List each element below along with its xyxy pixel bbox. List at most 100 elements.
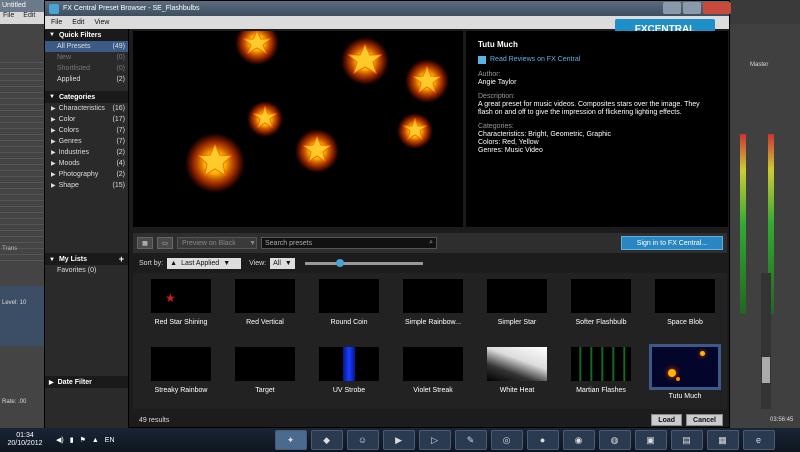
my-lists-header[interactable]: ▼ My Lists +: [45, 253, 128, 265]
preset-thumbnail[interactable]: [487, 347, 547, 381]
preset-tile[interactable]: Space Blob: [643, 273, 727, 341]
preset-thumbnail[interactable]: ★: [151, 279, 211, 313]
grid-scrollbar[interactable]: [761, 273, 771, 409]
preset-tile[interactable]: Simpler Star: [475, 273, 559, 341]
load-button[interactable]: Load: [651, 414, 683, 426]
app-task-icon[interactable]: ◆: [310, 430, 343, 450]
video-task-icon[interactable]: ▣: [634, 430, 667, 450]
preset-tile[interactable]: Softer Flashbulb: [559, 273, 643, 341]
bg-menu-file[interactable]: File: [0, 12, 14, 19]
bg-menu-edit[interactable]: Edit: [20, 12, 35, 19]
play-task-icon[interactable]: ▷: [418, 430, 451, 450]
filter-applied[interactable]: Applied (2): [45, 74, 128, 85]
level-meter-left: [740, 134, 746, 314]
flag-icon[interactable]: ⚑: [80, 436, 86, 444]
users-task-icon[interactable]: ☺: [346, 430, 379, 450]
language-indicator[interactable]: EN: [105, 437, 115, 444]
internet-explorer-task-icon[interactable]: e: [742, 430, 775, 450]
preset-tile[interactable]: White Heat: [475, 341, 559, 409]
category-genres[interactable]: ▶ Genres (7): [45, 136, 128, 147]
menu-edit[interactable]: Edit: [72, 19, 84, 26]
preset-tile[interactable]: Red Vertical: [223, 273, 307, 341]
category-shape[interactable]: ▶ Shape (15): [45, 180, 128, 191]
scrollbar-thumb[interactable]: [762, 357, 770, 383]
target-task-icon[interactable]: ◎: [490, 430, 523, 450]
maximize-button[interactable]: [683, 2, 701, 14]
list-view-icon[interactable]: ▭: [157, 237, 173, 249]
category-colors[interactable]: ▶ Colors (7): [45, 125, 128, 136]
filter-new[interactable]: New (0): [45, 52, 128, 63]
preset-tile[interactable]: UV Strobe: [307, 341, 391, 409]
app-red-task-icon[interactable]: ●: [526, 430, 559, 450]
category-moods[interactable]: ▶ Moods (4): [45, 158, 128, 169]
sign-in-button[interactable]: Sign in to FX Central...: [621, 236, 723, 250]
media-player-task-icon[interactable]: ▶: [382, 430, 415, 450]
minimize-button[interactable]: [663, 2, 681, 14]
menu-file[interactable]: File: [51, 19, 62, 26]
category-industries[interactable]: ▶ Industries (2): [45, 147, 128, 158]
category-characteristics[interactable]: ▶ Characteristics (16): [45, 103, 128, 114]
add-list-icon[interactable]: +: [119, 254, 124, 264]
category-color[interactable]: ▶ Color (17): [45, 114, 128, 125]
preset-thumbnail[interactable]: [571, 279, 631, 313]
preset-tile[interactable]: Streaky Rainbow: [139, 341, 223, 409]
fx-browser-window: FX Central Preset Browser - SE_Flashbulb…: [44, 0, 771, 429]
thumbnail-size-slider[interactable]: [304, 258, 423, 267]
preset-thumbnail[interactable]: [571, 347, 631, 381]
preset-details: Tutu Much Read Reviews on FX Central Aut…: [466, 31, 728, 227]
preset-thumbnail[interactable]: [403, 279, 463, 313]
preset-thumbnail[interactable]: [151, 347, 211, 381]
read-reviews-link[interactable]: Read Reviews on FX Central: [478, 56, 716, 64]
filter-shortlisted[interactable]: Shortlisted (0): [45, 63, 128, 74]
preset-thumbnail[interactable]: [403, 347, 463, 381]
preset-thumbnail[interactable]: [235, 347, 295, 381]
preset-thumbnail[interactable]: [235, 279, 295, 313]
chrome-task-icon[interactable]: ◍: [598, 430, 631, 450]
sort-select[interactable]: ▲ Last Applied ▼: [167, 257, 242, 269]
category-photography[interactable]: ▶ Photography (2): [45, 169, 128, 180]
grid-view-icon[interactable]: ▦: [137, 237, 153, 249]
preview-background-select[interactable]: Preview on Black ▼: [177, 237, 257, 249]
reviews-link-text: Read Reviews on FX Central: [490, 56, 581, 63]
preset-grid: ★ Red Star Shining Red Vertical Round Coin S…: [133, 273, 727, 409]
fx-central-task-icon[interactable]: ✦: [274, 430, 307, 450]
preset-thumbnail[interactable]: [655, 279, 715, 313]
close-button[interactable]: [703, 2, 731, 14]
clock-time: 01:34: [16, 432, 34, 439]
network-icon[interactable]: ▮: [70, 436, 74, 444]
search-input[interactable]: Search presets ⌕: [261, 237, 437, 249]
slider-knob[interactable]: [335, 258, 344, 267]
cancel-button[interactable]: Cancel: [686, 414, 723, 426]
app-icon: [49, 3, 59, 14]
preset-thumbnail[interactable]: [319, 279, 379, 313]
preset-thumbnail[interactable]: [319, 347, 379, 381]
menu-view[interactable]: View: [94, 19, 109, 26]
filter-label: Applied: [57, 76, 81, 83]
spreadsheet-task-icon[interactable]: ▦: [706, 430, 739, 450]
preset-tile[interactable]: Violet Streak: [391, 341, 475, 409]
filter-all-presets[interactable]: All Presets (49): [45, 41, 128, 52]
folder-task-icon[interactable]: ▤: [670, 430, 703, 450]
preset-tile[interactable]: ★ Red Star Shining: [139, 273, 223, 341]
preset-tile[interactable]: Round Coin: [307, 273, 391, 341]
categories-header[interactable]: ▼ Categories: [45, 91, 128, 103]
author-label: Author:: [478, 71, 501, 78]
clock[interactable]: 01:34 20/10/2012: [0, 432, 50, 448]
expand-icon: ▶: [51, 106, 56, 112]
notes-task-icon[interactable]: ✎: [454, 430, 487, 450]
date-filter-header[interactable]: ▶ Date Filter: [45, 376, 128, 388]
preset-tile[interactable]: Simple Rainbow...: [391, 273, 475, 341]
show-hidden-icon[interactable]: ▲: [92, 437, 99, 444]
collapse-icon: ▼: [49, 32, 55, 38]
globe-task-icon[interactable]: ◉: [562, 430, 595, 450]
preset-thumbnail[interactable]: [649, 344, 721, 390]
list-favorites[interactable]: Favorites (0): [45, 265, 128, 276]
track-header[interactable]: Level: 10: [0, 286, 46, 346]
view-select[interactable]: All ▼: [270, 257, 295, 269]
quick-filters-header[interactable]: ▼ Quick Filters: [45, 29, 128, 41]
preset-thumbnail[interactable]: [487, 279, 547, 313]
preset-tile[interactable]: Target: [223, 341, 307, 409]
volume-icon[interactable]: ◀): [56, 436, 64, 444]
preset-tile[interactable]: Martian Flashes: [559, 341, 643, 409]
preset-tile[interactable]: Tutu Much: [643, 341, 727, 409]
